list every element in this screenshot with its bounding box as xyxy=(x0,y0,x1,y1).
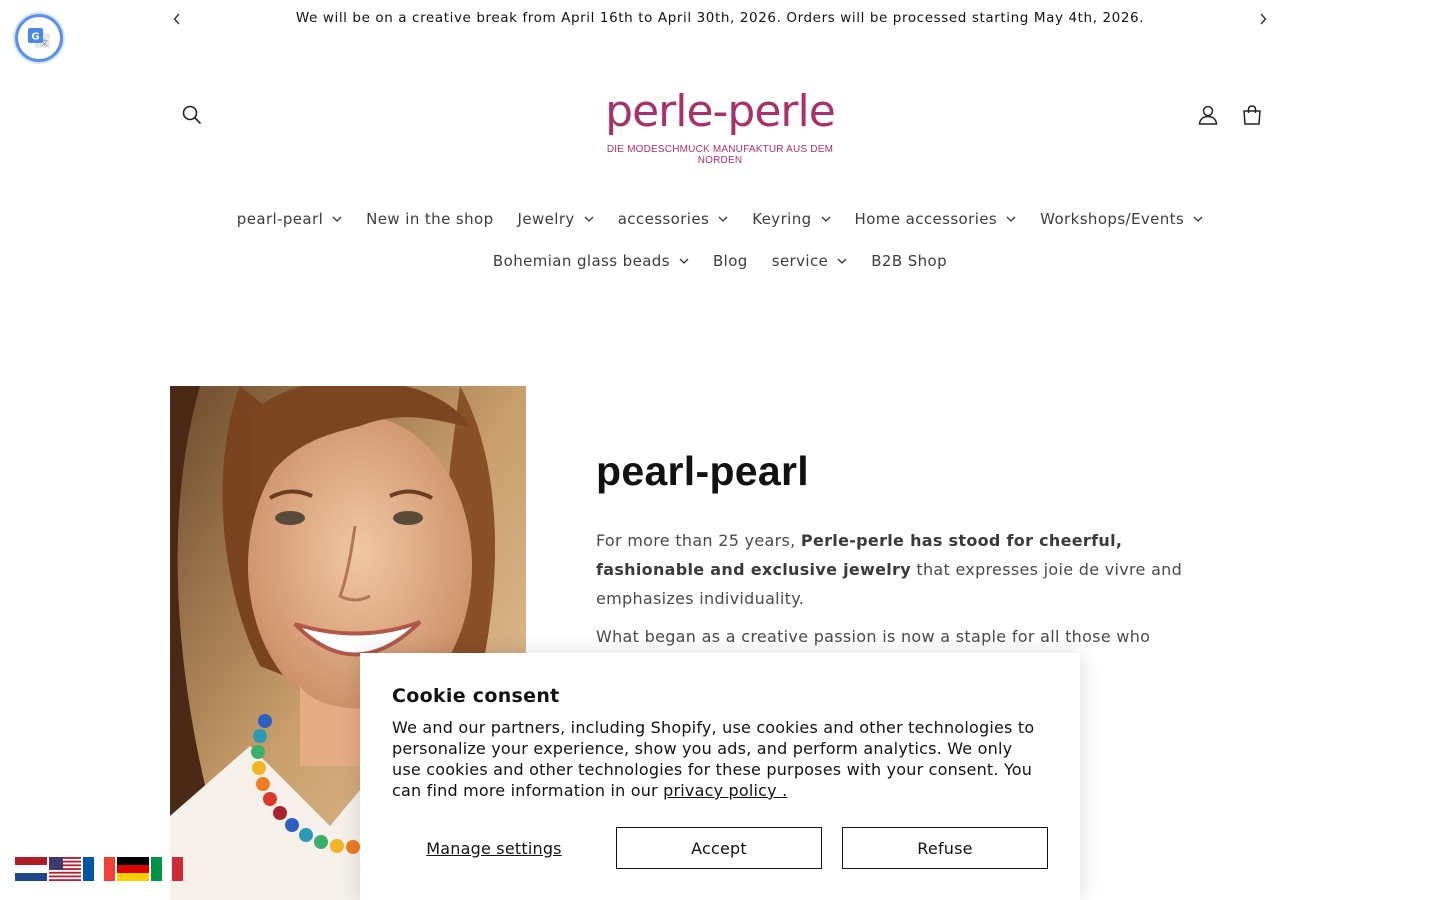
search-icon xyxy=(182,105,202,125)
cookie-title: Cookie consent xyxy=(392,685,560,707)
chevron-down-icon xyxy=(679,258,689,264)
chevron-down-icon xyxy=(584,216,594,222)
nav-item-label: service xyxy=(771,252,829,270)
search-button[interactable] xyxy=(174,97,210,133)
nav-item-label: accessories xyxy=(617,210,710,228)
logo-tagline: DIE MODESCHMUCK MANUFAKTUR AUS DEM NORDE… xyxy=(606,144,834,166)
chevron-down-icon xyxy=(718,216,728,222)
cart-button[interactable] xyxy=(1234,97,1270,133)
nav-item-accessories[interactable]: accessories xyxy=(606,208,741,230)
nav-item-label: Blog xyxy=(712,252,748,270)
chevron-down-icon xyxy=(1006,216,1016,222)
chevron-down-icon xyxy=(1193,216,1203,222)
intro-text: For more than 25 years, xyxy=(596,531,801,550)
cart-icon xyxy=(1243,105,1261,125)
announcement-next-button[interactable] xyxy=(1253,9,1273,29)
nav-item-keyring[interactable]: Keyring xyxy=(740,208,842,230)
nav-item-new-in-shop[interactable]: New in the shop xyxy=(354,208,505,230)
nav-item-jewelry[interactable]: Jewelry xyxy=(506,208,606,230)
announcement-text: We will be on a creative break from Apri… xyxy=(295,10,1145,26)
svg-text:G: G xyxy=(31,32,39,43)
nav-item-label: New in the shop xyxy=(366,210,494,228)
accept-button[interactable]: Accept xyxy=(616,827,822,869)
nav-item-workshops-events[interactable]: Workshops/Events xyxy=(1028,208,1215,230)
intro-paragraph: For more than 25 years, Perle-perle has … xyxy=(596,527,1186,613)
chevron-down-icon xyxy=(332,216,342,222)
language-switcher xyxy=(15,857,183,881)
nav-item-label: Bohemian glass beads xyxy=(492,252,670,270)
nav-row-primary: pearl-pearl New in the shop Jewelry acce… xyxy=(170,208,1270,230)
account-icon xyxy=(1198,105,1218,125)
flag-france-icon[interactable] xyxy=(83,857,115,881)
nav-item-label: Workshops/Events xyxy=(1040,210,1185,228)
cookie-body: We and our partners, including Shopify, … xyxy=(392,717,1042,801)
flag-netherlands-icon[interactable] xyxy=(15,857,47,881)
announcement-bar: We will be on a creative break from Apri… xyxy=(0,0,1440,38)
manage-settings-button[interactable]: Manage settings xyxy=(392,827,596,869)
logo-brand: perle-perle xyxy=(605,86,836,137)
chevron-right-icon xyxy=(1260,13,1267,25)
site-logo[interactable]: perle-perle DIE MODESCHMUCK MANUFAKTUR A… xyxy=(590,86,850,166)
nav-item-blog[interactable]: Blog xyxy=(701,250,760,272)
refuse-button[interactable]: Refuse xyxy=(842,827,1048,869)
nav-item-b2b-shop[interactable]: B2B Shop xyxy=(859,250,959,272)
nav-item-label: Home accessories xyxy=(854,210,998,228)
nav-item-home-accessories[interactable]: Home accessories xyxy=(843,208,1029,230)
cookie-consent-banner: Cookie consent We and our partners, incl… xyxy=(360,653,1080,900)
flag-italy-icon[interactable] xyxy=(151,857,183,881)
chevron-down-icon xyxy=(837,258,847,264)
account-button[interactable] xyxy=(1190,97,1226,133)
flag-usa-icon[interactable] xyxy=(49,857,81,881)
page-title: pearl-pearl xyxy=(596,448,809,494)
nav-item-label: Keyring xyxy=(752,210,812,228)
nav-item-bohemian-glass-beads[interactable]: Bohemian glass beads xyxy=(481,250,701,272)
nav-row-secondary: Bohemian glass beads Blog service B2B Sh… xyxy=(170,250,1270,272)
nav-item-service[interactable]: service xyxy=(760,250,860,272)
nav-item-label: B2B Shop xyxy=(871,252,948,270)
nav-item-label: pearl-pearl xyxy=(236,210,324,228)
cookie-buttons: Manage settings Accept Refuse xyxy=(392,827,1048,869)
svg-text:文: 文 xyxy=(41,38,48,47)
translate-widget-button[interactable]: G 文 xyxy=(15,14,63,62)
flag-germany-icon[interactable] xyxy=(117,857,149,881)
nav-item-pearl-pearl[interactable]: pearl-pearl xyxy=(225,208,354,230)
chevron-down-icon xyxy=(821,216,831,222)
nav-item-label: Jewelry xyxy=(517,210,575,228)
privacy-policy-link[interactable]: privacy policy . xyxy=(663,781,787,800)
google-translate-icon: G 文 xyxy=(28,28,50,48)
